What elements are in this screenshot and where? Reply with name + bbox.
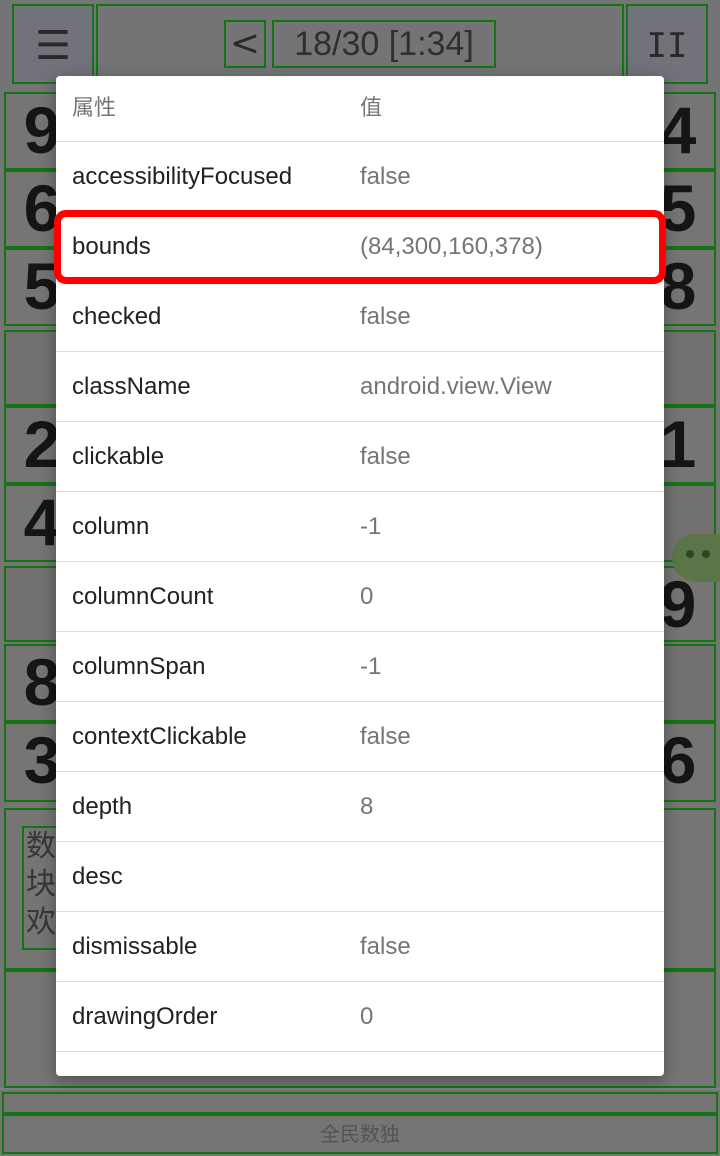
property-key: accessibilityFocused: [72, 163, 293, 190]
property-row[interactable]: drawingOrder 0: [56, 982, 664, 1052]
property-key: dismissable: [72, 933, 198, 960]
property-row[interactable]: dismissable false: [56, 912, 664, 982]
property-row[interactable]: accessibilityFocused false: [56, 142, 664, 212]
property-value: false: [360, 163, 411, 190]
properties-dialog: 属性 值 accessibilityFocused false bounds (…: [56, 76, 664, 1076]
property-value: 0: [360, 1003, 374, 1030]
property-value: android.view.View: [360, 373, 552, 400]
property-row[interactable]: className android.view.View: [56, 352, 664, 422]
property-value: false: [360, 933, 411, 960]
property-key: className: [72, 373, 191, 400]
property-value: -1: [360, 653, 382, 680]
property-value: (84,300,160,378): [360, 233, 543, 260]
property-row[interactable]: contextClickable false: [56, 702, 664, 772]
property-key: contextClickable: [72, 723, 247, 750]
screen: ☰ < 18/30 [1:34] II 9 6 5 2 4 8 3 4 5 8 …: [0, 0, 720, 1156]
property-value: 0: [360, 583, 374, 610]
property-value: false: [360, 723, 411, 750]
header-key-label: 属性: [72, 96, 117, 121]
property-key: clickable: [72, 443, 165, 470]
property-key: bounds: [72, 233, 151, 260]
property-key: drawingOrder: [72, 1003, 218, 1030]
property-row[interactable]: columnSpan -1: [56, 632, 664, 702]
property-key: depth: [72, 793, 133, 820]
property-key: column: [72, 513, 150, 540]
dialog-header-row: 属性 值: [56, 76, 664, 142]
property-value: false: [360, 443, 411, 470]
property-row[interactable]: depth 8: [56, 772, 664, 842]
property-value: false: [360, 303, 411, 330]
property-value: -1: [360, 513, 382, 540]
property-key: columnCount: [72, 583, 214, 610]
header-value-label: 值: [360, 96, 383, 121]
property-key: columnSpan: [72, 653, 206, 680]
property-key: checked: [72, 303, 162, 330]
property-row[interactable]: column -1: [56, 492, 664, 562]
property-row[interactable]: columnCount 0: [56, 562, 664, 632]
property-key: desc: [72, 863, 123, 890]
property-value: 8: [360, 793, 374, 820]
property-row-bounds[interactable]: bounds (84,300,160,378): [56, 212, 664, 282]
property-row[interactable]: clickable false: [56, 422, 664, 492]
property-row[interactable]: checked false: [56, 282, 664, 352]
property-row[interactable]: desc: [56, 842, 664, 912]
